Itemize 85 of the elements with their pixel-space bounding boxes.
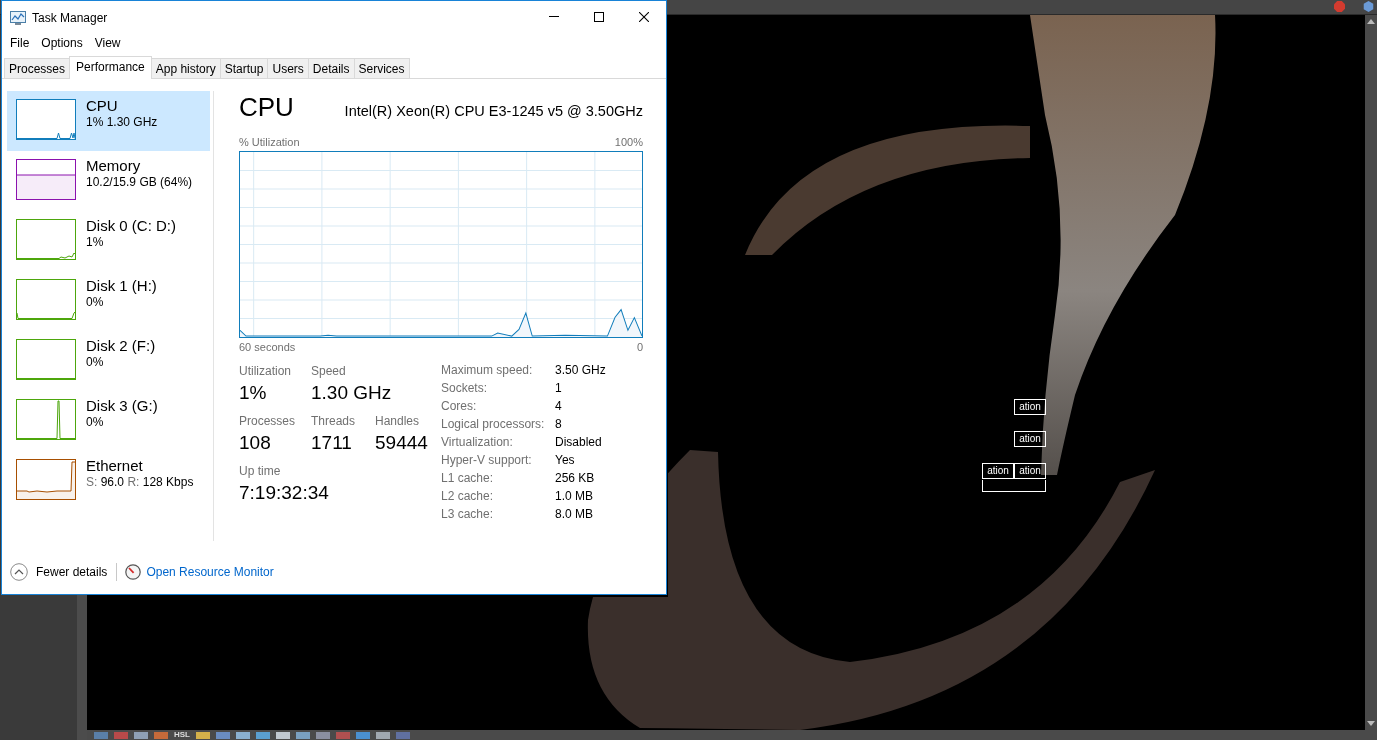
stat-label: Up time (239, 464, 281, 478)
spec-label: L3 cache: (441, 507, 495, 521)
sidebar-item[interactable]: Ethernet S: 96.0 R: 128 Kbps (7, 451, 210, 511)
sidebar-item[interactable]: Memory 10.2/15.9 GB (64%) (7, 151, 210, 211)
axis-label: 100% (614, 135, 643, 149)
sidebar-item[interactable]: Disk 0 (C: D:) 1% (7, 211, 210, 271)
tab[interactable]: App history (150, 58, 221, 78)
spec-value: 3.50 GHz (555, 363, 606, 377)
axis-label: 60 seconds (239, 340, 296, 354)
minimize-icon (548, 16, 559, 17)
tool-icon[interactable] (134, 731, 148, 739)
down-arrow-icon[interactable] (1367, 721, 1375, 726)
tool-icon[interactable] (296, 731, 310, 739)
maximize-icon (593, 11, 604, 22)
tool-icon[interactable] (236, 731, 250, 739)
stat-value: 1.30 GHz (311, 381, 392, 405)
resource-monitor-link[interactable]: Open Resource Monitor (125, 563, 274, 580)
stop-sign-icon[interactable] (1334, 1, 1345, 12)
up-arrow-icon[interactable] (1367, 19, 1375, 24)
stat-label: Speed (311, 364, 346, 378)
spec-value: 4 (555, 399, 562, 413)
spec-label: Sockets: (441, 381, 489, 395)
chevron-up-icon (10, 562, 28, 581)
tool-icon[interactable] (316, 731, 330, 739)
axis-label: % Utilization (239, 135, 300, 149)
spec-value: 256 KB (555, 471, 595, 485)
window-title: Task Manager (32, 11, 108, 25)
tab[interactable]: Processes (4, 58, 71, 78)
tool-icon[interactable] (154, 731, 168, 739)
viewport-label: ation (1014, 431, 1046, 447)
toolbar-button[interactable]: HSL (174, 731, 190, 739)
stat-value: 59444 (375, 431, 428, 455)
spec-label: Cores: (441, 399, 478, 413)
spec-value: 1 (555, 381, 562, 395)
tab[interactable]: Services (353, 58, 410, 78)
menu-item[interactable]: Options (35, 35, 89, 51)
panel-title: CPU (239, 91, 294, 123)
sidebar-item[interactable]: Disk 3 (G:) 0% (7, 391, 210, 451)
menu-item[interactable]: View (88, 35, 127, 51)
stat-value: 1711 (311, 431, 352, 455)
viewport-label: ation (982, 463, 1014, 479)
hexagon-icon[interactable] (1363, 1, 1374, 12)
stat-label: Processes (239, 414, 296, 428)
tool-icon[interactable] (216, 731, 230, 739)
tool-icon[interactable] (196, 731, 210, 739)
stat-value: 108 (239, 431, 271, 455)
viewport-label: ation (1014, 463, 1046, 479)
spec-label: Virtualization: (441, 435, 514, 449)
spec-value: Yes (555, 453, 575, 467)
spec-label: Maximum speed: (441, 363, 534, 377)
spec-value: 8.0 MB (555, 507, 593, 521)
sidebar-item[interactable]: Disk 2 (F:) 0% (7, 331, 210, 391)
vertical-scrollbar[interactable] (1365, 15, 1377, 730)
tool-icon[interactable] (356, 731, 370, 739)
tab[interactable]: Performance (69, 56, 152, 79)
bracket-marker (982, 480, 1046, 492)
spec-value: 1.0 MB (555, 489, 593, 503)
tool-icon[interactable] (256, 731, 270, 739)
sidebar-item[interactable]: CPU 1% 1.30 GHz (7, 91, 210, 151)
axis-label: 0 (636, 340, 643, 354)
viewport-label: ation (1014, 399, 1046, 415)
tool-icon[interactable] (94, 731, 108, 739)
spec-value: 8 (555, 417, 562, 431)
spec-label: L1 cache: (441, 471, 495, 485)
monitor-chart-icon (10, 10, 26, 26)
stat-value: 7:19:32:34 (239, 481, 329, 505)
stat-label: Handles (375, 414, 420, 428)
fewer-details-button[interactable]: Fewer details (10, 562, 108, 581)
sidebar-item[interactable]: Disk 1 (H:) 0% (7, 271, 210, 331)
spec-value: Disabled (555, 435, 602, 449)
tool-icon[interactable] (276, 731, 290, 739)
close-icon (638, 11, 649, 22)
processor-name: Intel(R) Xeon(R) CPU E3-1245 v5 @ 3.50GHz (344, 102, 643, 120)
spec-label: Logical processors: (441, 417, 546, 431)
menu-item[interactable]: File (4, 35, 36, 51)
spec-label: Hyper-V support: (441, 453, 533, 467)
tab[interactable]: Startup (219, 58, 269, 78)
tool-icon[interactable] (376, 731, 390, 739)
stat-value: 1% (239, 381, 267, 405)
tab[interactable]: Users (267, 58, 309, 78)
stat-label: Threads (311, 414, 356, 428)
stat-label: Utilization (239, 364, 292, 378)
spec-label: L2 cache: (441, 489, 495, 503)
tab[interactable]: Details (307, 58, 355, 78)
gauge-icon (125, 563, 142, 580)
